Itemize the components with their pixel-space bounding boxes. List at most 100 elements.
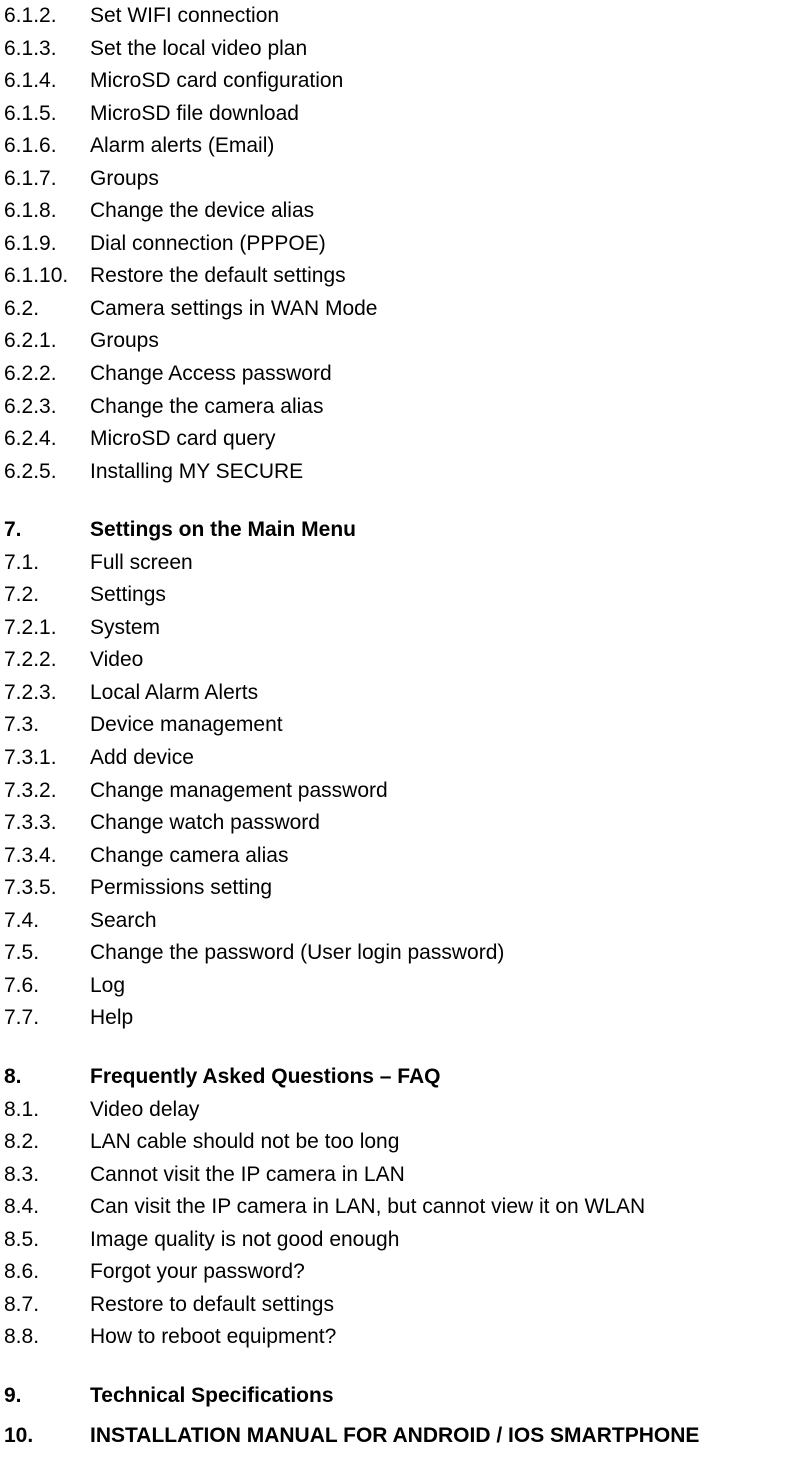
toc-entry-number: 6.2. — [4, 293, 90, 326]
toc-entry-number: 6.1.10. — [4, 260, 90, 293]
toc-entry: 6.1.7.Groups — [4, 163, 808, 196]
toc-entry: 8.6.Forgot your password? — [4, 1256, 808, 1289]
toc-entry-number: 7.5. — [4, 937, 90, 970]
toc-entry-title: Change the camera alias — [90, 391, 808, 424]
toc-entry-number: 6.1.8. — [4, 195, 90, 228]
toc-entry: 8.5.Image quality is not good enough — [4, 1224, 808, 1257]
toc-entry-title: Cannot visit the IP camera in LAN — [90, 1159, 808, 1192]
toc-entry-title: INSTALLATION MANUAL FOR ANDROID / IOS SM… — [90, 1420, 808, 1453]
toc-entry: 6.2.1.Groups — [4, 325, 808, 358]
toc-entry-title: Set WIFI connection — [90, 0, 808, 33]
toc-entry: 8.8.How to reboot equipment? — [4, 1321, 808, 1354]
toc-entry-number: 8. — [4, 1061, 90, 1094]
toc-entry-number: 8.5. — [4, 1224, 90, 1257]
toc-entry-title: Video delay — [90, 1094, 808, 1127]
toc-entry-number: 6.1.3. — [4, 33, 90, 66]
toc-entry: 6.1.5.MicroSD file download — [4, 98, 808, 131]
toc-entry-number: 6.2.1. — [4, 325, 90, 358]
toc-entry-title: Settings — [90, 579, 808, 612]
toc-entry: 7.4.Search — [4, 905, 808, 938]
toc-entry-number: 7.3.3. — [4, 807, 90, 840]
toc-entry-title: Image quality is not good enough — [90, 1224, 808, 1257]
toc-entry-number: 7.1. — [4, 547, 90, 580]
toc-entry-number: 7.3.5. — [4, 872, 90, 905]
toc-entry: 6.2.5.Installing MY SECURE — [4, 456, 808, 489]
toc-entry-title: Permissions setting — [90, 872, 808, 905]
toc-entry-title: Change the device alias — [90, 195, 808, 228]
toc-entry-number: 8.3. — [4, 1159, 90, 1192]
toc-entry-number: 6.2.2. — [4, 358, 90, 391]
toc-entry: 6.2.4.MicroSD card query — [4, 423, 808, 456]
toc-spacer — [4, 1354, 808, 1380]
toc-entry: 8.2.LAN cable should not be too long — [4, 1126, 808, 1159]
toc-spacer — [4, 1035, 808, 1061]
toc-entry-title: Log — [90, 970, 808, 1003]
toc-entry-number: 7.2.2. — [4, 644, 90, 677]
toc-entry: 6.2.2.Change Access password — [4, 358, 808, 391]
toc-entry-number: 8.7. — [4, 1289, 90, 1322]
toc-entry-number: 6.2.3. — [4, 391, 90, 424]
toc-entry-number: 7. — [4, 514, 90, 547]
toc-entry-title: Change camera alias — [90, 840, 808, 873]
toc-entry-number: 6.1.6. — [4, 130, 90, 163]
toc-entry: 6.1.6.Alarm alerts (Email) — [4, 130, 808, 163]
toc-entry: 7.Settings on the Main Menu — [4, 514, 808, 547]
toc-entry-number: 7.7. — [4, 1002, 90, 1035]
toc-entry-number: 6.1.7. — [4, 163, 90, 196]
toc-entry-title: Can visit the IP camera in LAN, but cann… — [90, 1191, 808, 1224]
toc-entry-number: 7.3.1. — [4, 742, 90, 775]
toc-entry-number: 7.2.1. — [4, 612, 90, 645]
toc-entry-number: 7.4. — [4, 905, 90, 938]
toc-entry: 7.3.3.Change watch password — [4, 807, 808, 840]
toc-entry: 7.3.4.Change camera alias — [4, 840, 808, 873]
toc-entry-title: Settings on the Main Menu — [90, 514, 808, 547]
table-of-contents: 6.1.2.Set WIFI connection6.1.3.Set the l… — [0, 0, 812, 1453]
toc-entry-number: 6.1.5. — [4, 98, 90, 131]
toc-entry-number: 7.3.2. — [4, 775, 90, 808]
toc-entry-number: 6.1.4. — [4, 65, 90, 98]
toc-entry: 6.1.2.Set WIFI connection — [4, 0, 808, 33]
toc-entry-title: Camera settings in WAN Mode — [90, 293, 808, 326]
toc-entry-number: 8.2. — [4, 1126, 90, 1159]
toc-entry-title: MicroSD card query — [90, 423, 808, 456]
toc-entry: 6.1.3.Set the local video plan — [4, 33, 808, 66]
toc-entry-title: Change the password (User login password… — [90, 937, 808, 970]
toc-entry-number: 10. — [4, 1420, 90, 1453]
toc-spacer — [4, 1412, 808, 1420]
toc-entry: 8.3.Cannot visit the IP camera in LAN — [4, 1159, 808, 1192]
toc-entry: 6.1.4.MicroSD card configuration — [4, 65, 808, 98]
toc-entry-title: Change management password — [90, 775, 808, 808]
toc-entry: 7.1.Full screen — [4, 547, 808, 580]
toc-entry-title: Technical Specifications — [90, 1380, 808, 1413]
toc-entry-title: Change Access password — [90, 358, 808, 391]
toc-entry: 7.2.1.System — [4, 612, 808, 645]
toc-entry-title: Groups — [90, 325, 808, 358]
toc-entry: 7.3.5.Permissions setting — [4, 872, 808, 905]
toc-entry: 7.3.Device management — [4, 709, 808, 742]
toc-entry-number: 8.1. — [4, 1094, 90, 1127]
toc-entry-title: System — [90, 612, 808, 645]
toc-entry-number: 7.3.4. — [4, 840, 90, 873]
toc-entry-title: Video — [90, 644, 808, 677]
toc-entry-title: Full screen — [90, 547, 808, 580]
toc-entry: 9.Technical Specifications — [4, 1380, 808, 1413]
toc-entry-title: Local Alarm Alerts — [90, 677, 808, 710]
toc-entry-title: Device management — [90, 709, 808, 742]
toc-entry: 7.6.Log — [4, 970, 808, 1003]
toc-entry: 7.5.Change the password (User login pass… — [4, 937, 808, 970]
toc-entry-title: Set the local video plan — [90, 33, 808, 66]
toc-entry: 8.4.Can visit the IP camera in LAN, but … — [4, 1191, 808, 1224]
toc-entry-number: 6.1.9. — [4, 228, 90, 261]
toc-entry-title: Search — [90, 905, 808, 938]
toc-entry: 6.2.3.Change the camera alias — [4, 391, 808, 424]
toc-entry-title: Restore to default settings — [90, 1289, 808, 1322]
toc-entry-title: MicroSD card configuration — [90, 65, 808, 98]
toc-entry: 7.2.3.Local Alarm Alerts — [4, 677, 808, 710]
toc-entry: 7.3.1.Add device — [4, 742, 808, 775]
toc-entry: 7.2.Settings — [4, 579, 808, 612]
toc-entry-number: 7.2.3. — [4, 677, 90, 710]
toc-entry-number: 8.4. — [4, 1191, 90, 1224]
toc-entry-title: Frequently Asked Questions – FAQ — [90, 1061, 808, 1094]
toc-entry: 7.7.Help — [4, 1002, 808, 1035]
toc-entry-number: 8.8. — [4, 1321, 90, 1354]
